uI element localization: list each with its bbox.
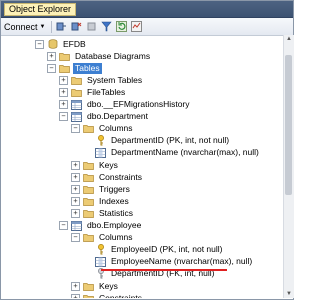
table-icon [71, 99, 82, 110]
tree-node[interactable]: − dbo.Department [59, 111, 150, 123]
folder-icon [59, 51, 70, 61]
tree-node-label: System Tables [87, 74, 143, 85]
tree-node[interactable]: + System Tables [59, 74, 144, 86]
scroll-thumb[interactable] [285, 55, 292, 195]
tree-node[interactable]: + FileTables [59, 86, 127, 98]
chevron-down-icon: ▼ [39, 23, 46, 30]
tree-node-label: DepartmentName (nvarchar(max), null) [111, 147, 259, 158]
folder-icon [83, 293, 94, 298]
expand-icon[interactable]: + [59, 87, 68, 97]
tree-node-label: Columns [99, 123, 133, 134]
database-icon [47, 39, 58, 49]
collapse-icon[interactable]: − [71, 124, 80, 134]
tree-node[interactable]: + Constraints [71, 171, 144, 183]
expand-icon[interactable]: + [71, 281, 80, 291]
expand-icon[interactable]: + [71, 160, 80, 170]
collapse-icon[interactable]: − [59, 112, 68, 122]
folder-icon [83, 281, 94, 291]
connect-object-explorer-icon[interactable] [55, 21, 67, 33]
tree-node[interactable]: + Indexes [71, 195, 131, 207]
tree-node-label: EmployeeName (nvarchar(max), null) [111, 256, 253, 267]
folder-icon [83, 172, 94, 182]
highlight-underline [101, 269, 227, 271]
tree-node[interactable]: + dbo.__EFMigrationsHistory [59, 99, 192, 111]
tree-node-label: Keys [99, 159, 118, 170]
expand-icon[interactable]: + [71, 196, 80, 206]
key-icon [95, 135, 106, 146]
filter-icon[interactable] [100, 21, 112, 33]
expand-icon[interactable]: + [59, 100, 68, 109]
folder-icon [71, 75, 82, 85]
tree-node-label: dbo.Employee [87, 220, 142, 230]
folder-icon [83, 184, 94, 194]
tree-node[interactable]: + Database Diagrams [47, 50, 152, 62]
tree-node-label: Constraints [99, 292, 142, 298]
folder-icon [71, 87, 82, 97]
tree-node[interactable]: − Tables [47, 62, 102, 74]
connect-button[interactable]: Connect ▼ [4, 22, 45, 32]
tree-node-label: dbo.Department [87, 111, 148, 122]
tree-node[interactable]: DepartmentName (nvarchar(max), null) [83, 147, 261, 159]
stop-icon[interactable] [85, 21, 97, 33]
tree-node-label: Triggers [99, 183, 130, 194]
scroll-up-icon[interactable]: ▲ [286, 36, 292, 42]
tree-node[interactable]: DepartmentID (PK, int, not null) [83, 135, 231, 147]
expand-icon[interactable]: + [71, 293, 80, 298]
tree-node-label: EmployeeID (PK, int, not null) [111, 244, 223, 255]
tree-node[interactable]: + Statistics [71, 207, 135, 219]
tree-node-label: dbo.__EFMigrationsHistory [87, 99, 190, 109]
disconnect-icon[interactable] [70, 21, 82, 33]
folder-icon [83, 196, 94, 206]
expand-icon[interactable]: + [59, 75, 68, 85]
tree-node[interactable]: + Triggers [71, 183, 132, 195]
expand-icon[interactable]: + [71, 208, 80, 218]
folder-icon [59, 63, 70, 73]
title-bar: Object Explorer [1, 1, 293, 18]
tree-node-label: FileTables [87, 86, 126, 97]
tree-node-label: Columns [99, 232, 133, 243]
key-icon [95, 244, 106, 255]
tree-node[interactable]: EmployeeName (nvarchar(max), null) [83, 256, 254, 268]
tree-node[interactable]: − Columns [71, 123, 135, 135]
tree-node[interactable]: − dbo.Employee [59, 220, 143, 232]
folder-icon [83, 233, 94, 243]
collapse-icon[interactable]: − [59, 221, 68, 230]
tree-node[interactable]: + Keys [71, 159, 120, 171]
connect-label: Connect [4, 21, 38, 32]
toolbar: Connect ▼ [1, 18, 293, 36]
tree-node[interactable]: + Constraints [71, 292, 144, 298]
tree-node-label: Keys [99, 280, 118, 291]
tree-node-label: Database Diagrams [75, 50, 151, 61]
collapse-icon[interactable]: − [71, 233, 80, 243]
tree-node-label: Constraints [99, 171, 142, 182]
vertical-scrollbar[interactable]: ▲ ▼ [283, 35, 294, 298]
collapse-icon[interactable]: − [47, 63, 56, 73]
tree-node[interactable]: + Keys [71, 280, 120, 292]
folder-icon [83, 208, 94, 218]
refresh-icon[interactable] [115, 21, 127, 33]
tree-node-label: DepartmentID (PK, int, not null) [111, 135, 230, 146]
expand-icon[interactable]: + [47, 51, 56, 61]
folder-icon [83, 160, 94, 170]
tree-node[interactable]: − EFDB [35, 38, 88, 50]
scroll-down-icon[interactable]: ▼ [286, 291, 292, 297]
tree-node[interactable]: − Columns [71, 232, 135, 244]
tree-node-label: EFDB [63, 38, 86, 49]
folder-icon [83, 124, 94, 134]
tree-node-label: Indexes [99, 195, 129, 206]
activity-monitor-icon[interactable] [130, 21, 142, 33]
object-tree: − EFDB + Database Diagrams − Tables + System Ta… [0, 35, 280, 298]
tree-node[interactable]: EmployeeID (PK, int, not null) [83, 244, 225, 256]
collapse-icon[interactable]: − [35, 39, 44, 49]
table-icon [71, 111, 82, 122]
column-icon [95, 147, 106, 158]
expand-icon[interactable]: + [71, 172, 80, 182]
window-title: Object Explorer [4, 3, 77, 16]
column-icon [95, 256, 106, 267]
table-icon [71, 220, 82, 231]
tree-node-label: Statistics [99, 207, 134, 218]
tree-node-label: Tables [73, 62, 102, 74]
expand-icon[interactable]: + [71, 184, 80, 194]
toolbar-separator [51, 20, 53, 33]
